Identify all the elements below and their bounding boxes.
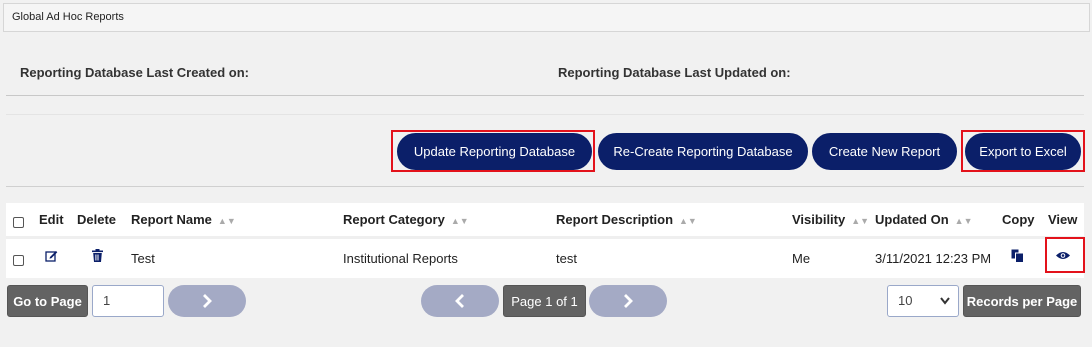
eye-icon[interactable] [1056,251,1070,260]
breadcrumb: Global Ad Hoc Reports [3,3,1090,32]
chevron-down-icon [940,297,950,305]
header-report-category[interactable]: Report Category ▲▼ [343,212,469,227]
cell-report-category: Institutional Reports [343,251,458,266]
divider [6,114,1084,115]
next-page-button[interactable] [168,285,246,317]
last-created-label: Reporting Database Last Created on: [20,65,249,80]
header-report-name[interactable]: Report Name ▲▼ [131,212,236,227]
header-delete: Delete [77,212,117,227]
sort-icon[interactable]: ▲▼ [451,216,469,226]
header-updated-on[interactable]: Updated On ▲▼ [875,212,973,227]
export-to-excel-button[interactable]: Export to Excel [965,133,1081,170]
header-updated-on-label: Updated On [875,212,949,227]
chevron-right-icon [201,294,213,308]
header-copy: Copy [1002,212,1035,227]
cell-visibility: Me [792,251,811,266]
header-edit: Edit [39,212,64,227]
divider [6,186,1084,187]
trash-icon[interactable] [92,249,103,262]
select-all-checkbox[interactable] [13,217,24,228]
sort-icon[interactable]: ▲▼ [218,216,236,226]
sort-icon[interactable]: ▲▼ [955,216,973,226]
last-updated-label: Reporting Database Last Updated on: [558,65,791,80]
page-indicator: Page 1 of 1 [503,285,586,317]
edit-icon[interactable] [45,249,58,262]
records-per-page-button[interactable]: Records per Page [963,285,1081,317]
header-visibility-label: Visibility [792,212,846,227]
sort-icon[interactable]: ▲▼ [851,216,869,226]
page-number-input[interactable]: 1 [92,285,164,317]
header-view: View [1048,212,1078,227]
header-report-category-label: Report Category [343,212,445,227]
records-per-page-value: 10 [898,293,913,308]
chevron-right-icon [622,294,634,308]
create-new-report-button[interactable]: Create New Report [812,133,957,170]
cell-report-name: Test [131,251,155,266]
prev-page-button[interactable] [421,285,499,317]
recreate-reporting-database-button[interactable]: Re-Create Reporting Database [598,133,808,170]
reports-table: Edit Delete Report Name ▲▼ Report Categor… [6,203,1084,278]
update-reporting-database-button[interactable]: Update Reporting Database [397,133,592,170]
header-report-name-label: Report Name [131,212,212,227]
row-separator [6,236,1084,239]
records-per-page-select[interactable]: 10 [887,285,959,317]
cell-updated-on: 3/11/2021 12:23 PM [875,251,992,266]
row-checkbox[interactable] [13,255,24,266]
go-to-page-button[interactable]: Go to Page [7,285,88,317]
header-visibility[interactable]: Visibility ▲▼ [792,212,869,227]
sort-icon[interactable]: ▲▼ [679,216,697,226]
copy-icon[interactable] [1011,249,1024,263]
next-page-button[interactable] [589,285,667,317]
chevron-left-icon [454,294,466,308]
header-report-description[interactable]: Report Description ▲▼ [556,212,697,227]
divider [6,95,1084,96]
cell-report-description: test [556,251,577,266]
header-report-description-label: Report Description [556,212,674,227]
